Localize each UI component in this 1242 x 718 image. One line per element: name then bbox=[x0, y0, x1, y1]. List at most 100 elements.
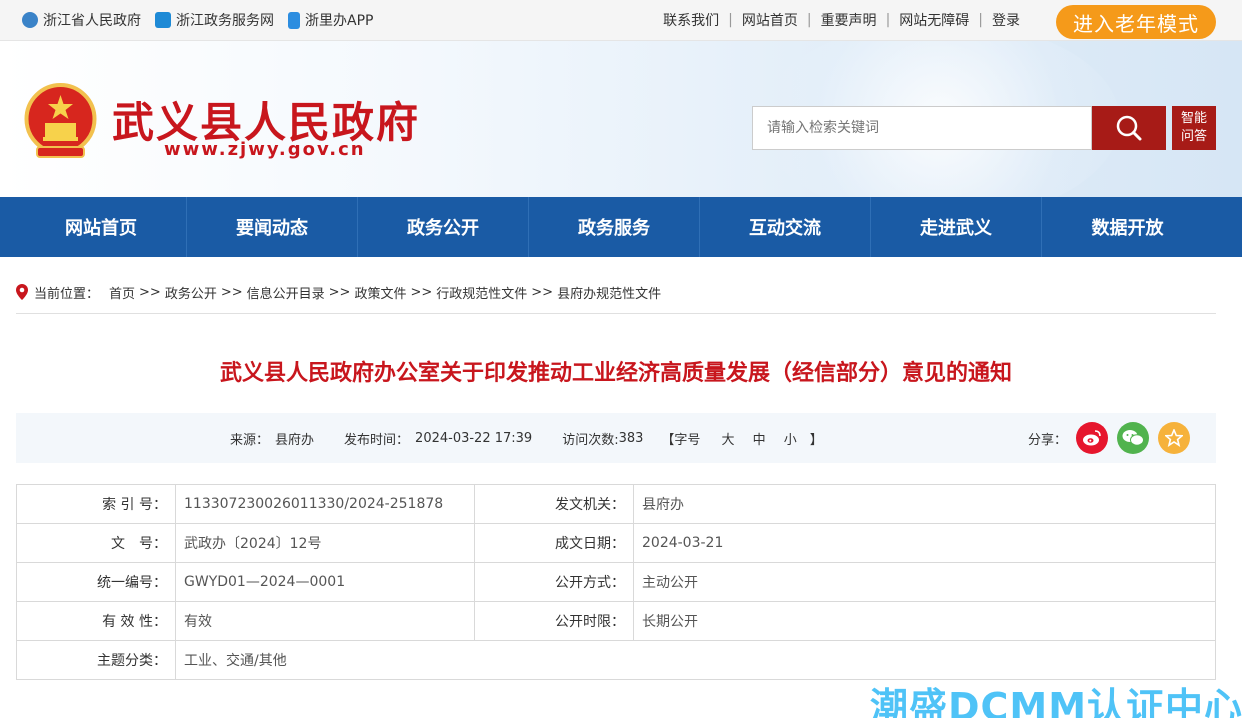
search-icon bbox=[1116, 115, 1142, 141]
nav-item-home[interactable]: 网站首页 bbox=[16, 197, 187, 257]
font-size-open: 【字号 bbox=[661, 432, 701, 448]
font-size-close: 】 bbox=[809, 432, 823, 448]
breadcrumb-item[interactable]: 行政规范性文件 bbox=[436, 283, 527, 302]
label-written-date: 成文日期： bbox=[474, 523, 634, 563]
breadcrumb-item[interactable]: 信息公开目录 bbox=[247, 283, 325, 302]
share-label: 分享： bbox=[1027, 432, 1067, 448]
nav-item-news[interactable]: 要闻动态 bbox=[187, 197, 358, 257]
value-unified-no: GWYD01—2024—0001 bbox=[175, 562, 475, 602]
breadcrumb-separator: >> bbox=[410, 284, 433, 300]
main-nav: 网站首页 要闻动态 政务公开 政务服务 互动交流 走进武义 数据开放 bbox=[0, 197, 1242, 257]
ai-qa-line1: 智能 bbox=[1180, 111, 1207, 126]
table-row: 有 效 性： 有效 公开时限： 长期公开 bbox=[16, 601, 1216, 641]
font-size-small-button[interactable]: 小 bbox=[784, 433, 797, 448]
link-zhejiang-service-label: 浙江政务服务网 bbox=[176, 13, 274, 29]
value-disclosure-method: 主动公开 bbox=[633, 562, 1216, 602]
breadcrumb: 当前位置： 首页 >> 政务公开 >> 信息公开目录 >> 政策文件 >> 行政… bbox=[16, 280, 1216, 304]
link-contact-us[interactable]: 联系我们 bbox=[663, 10, 719, 30]
link-zheliban-app[interactable]: 浙里办APP bbox=[288, 10, 373, 30]
font-size-large-button[interactable]: 大 bbox=[721, 433, 734, 448]
zhejiang-gov-icon bbox=[22, 12, 38, 28]
search-button[interactable] bbox=[1092, 106, 1166, 150]
link-zheliban-app-label: 浙里办APP bbox=[305, 13, 374, 29]
nav-item-services[interactable]: 政务服务 bbox=[529, 197, 700, 257]
font-size-medium-button[interactable]: 中 bbox=[753, 433, 766, 448]
external-links: 浙江省人民政府 浙江政务服务网 浙里办APP bbox=[22, 0, 387, 40]
watermark: 潮盛DCMM认证中心 bbox=[870, 685, 1242, 718]
value-issuing-org: 县府办 bbox=[633, 484, 1216, 524]
share-wechat-button[interactable] bbox=[1117, 422, 1149, 454]
breadcrumb-separator: >> bbox=[220, 284, 243, 300]
value-disclosure-period: 长期公开 bbox=[633, 601, 1216, 641]
weibo-icon bbox=[1083, 430, 1101, 446]
link-accessibility[interactable]: 网站无障碍 bbox=[899, 10, 969, 30]
star-icon bbox=[1165, 429, 1183, 447]
breadcrumb-separator: >> bbox=[328, 284, 351, 300]
visits-label: 访问次数: bbox=[562, 432, 619, 448]
link-statement[interactable]: 重要声明 bbox=[821, 10, 877, 30]
label-doc-number: 文 号： bbox=[16, 523, 176, 563]
published-value: 2024-03-22 17:39 bbox=[415, 430, 533, 446]
elder-mode-button[interactable]: 进入老年模式 bbox=[1056, 5, 1216, 39]
share-favorite-button[interactable] bbox=[1158, 422, 1190, 454]
breadcrumb-item[interactable]: 政务公开 bbox=[165, 283, 217, 302]
top-utility-bar: 浙江省人民政府 浙江政务服务网 浙里办APP 联系我们 | 网站首页 | 重要声… bbox=[0, 0, 1242, 41]
source-value: 县府办 bbox=[275, 432, 315, 448]
label-disclosure-period: 公开时限： bbox=[474, 601, 634, 641]
value-index-no: 113307230026011330/2024-251878 bbox=[175, 484, 475, 524]
value-subject: 工业、交通/其他 bbox=[175, 640, 1216, 680]
value-written-date: 2024-03-21 bbox=[633, 523, 1216, 563]
wechat-icon bbox=[1122, 430, 1144, 446]
label-index-no: 索 引 号： bbox=[16, 484, 176, 524]
divider bbox=[16, 313, 1216, 314]
breadcrumb-separator: >> bbox=[139, 284, 161, 300]
document-info-table: 索 引 号： 113307230026011330/2024-251878 发文… bbox=[16, 484, 1216, 680]
site-url: www.zjwy.gov.cn bbox=[164, 139, 366, 160]
link-home[interactable]: 网站首页 bbox=[742, 10, 798, 30]
separator: | bbox=[978, 12, 983, 28]
ai-qa-button[interactable]: 智能 问答 bbox=[1172, 106, 1216, 150]
breadcrumb-item[interactable]: 政策文件 bbox=[354, 283, 406, 302]
link-zhejiang-gov-label: 浙江省人民政府 bbox=[43, 13, 141, 29]
value-validity: 有效 bbox=[175, 601, 475, 641]
ai-qa-line2: 问答 bbox=[1180, 129, 1207, 144]
share-bar: 分享： bbox=[1028, 422, 1190, 454]
share-weibo-button[interactable] bbox=[1076, 422, 1108, 454]
published-label: 发布时间： bbox=[344, 432, 410, 448]
breadcrumb-item[interactable]: 县府办规范性文件 bbox=[557, 283, 661, 302]
visits-value: 383 bbox=[618, 430, 644, 446]
link-zhejiang-service[interactable]: 浙江政务服务网 bbox=[155, 10, 274, 30]
label-unified-no: 统一编号： bbox=[16, 562, 176, 602]
source-label: 来源： bbox=[230, 432, 270, 448]
zhejiang-service-icon bbox=[155, 12, 171, 28]
label-issuing-org: 发文机关： bbox=[474, 484, 634, 524]
page-title: 武义县人民政府办公室关于印发推动工业经济高质量发展（经信部分）意见的通知 bbox=[219, 361, 1012, 386]
separator: | bbox=[806, 12, 812, 28]
national-emblem-icon bbox=[24, 83, 97, 158]
breadcrumb-item[interactable]: 首页 bbox=[109, 283, 135, 302]
nav-item-gov-affairs[interactable]: 政务公开 bbox=[358, 197, 529, 257]
breadcrumb-separator: >> bbox=[531, 284, 554, 300]
table-row: 主题分类： 工业、交通/其他 bbox=[16, 640, 1216, 680]
font-size-controls: 大 中 小 bbox=[714, 429, 803, 448]
label-subject: 主题分类： bbox=[16, 640, 176, 680]
table-row: 文 号： 武政办〔2024〕12号 成文日期： 2024-03-21 bbox=[16, 523, 1216, 563]
link-zhejiang-gov[interactable]: 浙江省人民政府 bbox=[22, 10, 141, 30]
link-login[interactable]: 登录 bbox=[992, 10, 1020, 30]
label-validity: 有 效 性： bbox=[16, 601, 176, 641]
mobile-app-icon bbox=[288, 11, 300, 29]
nav-item-interaction[interactable]: 互动交流 bbox=[700, 197, 871, 257]
search-input[interactable] bbox=[752, 106, 1092, 150]
table-row: 统一编号： GWYD01—2024—0001 公开方式： 主动公开 bbox=[16, 562, 1216, 602]
nav-item-about-wuyi[interactable]: 走进武义 bbox=[871, 197, 1042, 257]
table-row: 索 引 号： 113307230026011330/2024-251878 发文… bbox=[16, 484, 1216, 524]
separator: | bbox=[885, 12, 891, 28]
value-doc-number: 武政办〔2024〕12号 bbox=[175, 523, 475, 563]
location-pin-icon bbox=[16, 284, 28, 300]
label-disclosure-method: 公开方式： bbox=[474, 562, 634, 602]
document-meta-bar: 来源： 县府办 发布时间： 2024-03-22 17:39 访问次数: 383… bbox=[16, 413, 1216, 463]
document-meta: 来源： 县府办 发布时间： 2024-03-22 17:39 访问次数: 383… bbox=[230, 413, 829, 463]
nav-item-open-data[interactable]: 数据开放 bbox=[1042, 197, 1213, 257]
breadcrumb-label: 当前位置： bbox=[34, 286, 100, 302]
top-right-links: 联系我们 | 网站首页 | 重要声明 | 网站无障碍 | 登录 bbox=[663, 0, 1020, 40]
